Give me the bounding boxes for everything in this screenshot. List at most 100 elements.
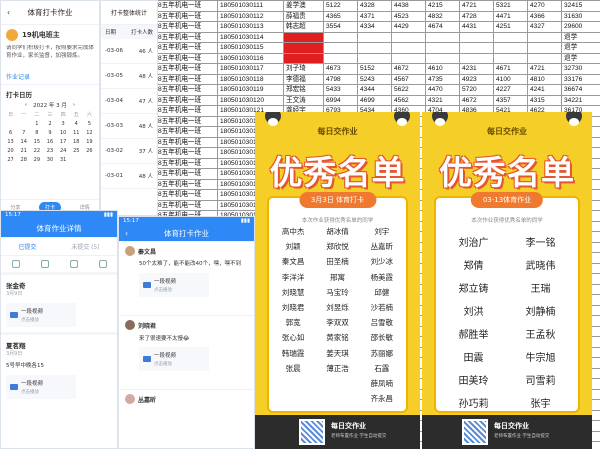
- table-cell[interactable]: 5720: [459, 84, 494, 96]
- table-cell[interactable]: [425, 42, 460, 54]
- video-attachment[interactable]: 一段视频 点击播放: [6, 375, 76, 399]
- grid-icon[interactable]: [11, 260, 20, 268]
- calendar-day[interactable]: 4: [70, 121, 83, 127]
- table-cell[interactable]: 4923: [459, 73, 494, 85]
- calendar-day[interactable]: 27: [4, 157, 17, 163]
- table-cell[interactable]: [283, 31, 324, 43]
- stats-row[interactable]: -03-05 48 人: [101, 64, 157, 89]
- table-cell[interactable]: [283, 42, 324, 54]
- calendar-day[interactable]: 2: [43, 121, 56, 127]
- table-cell[interactable]: 4671: [493, 63, 528, 75]
- table-cell[interactable]: 刘子琦: [283, 63, 324, 75]
- table-cell[interactable]: 4328: [357, 0, 392, 12]
- table-cell[interactable]: 韩志超: [283, 21, 324, 33]
- table-cell[interactable]: [357, 52, 392, 64]
- video-attachment[interactable]: 一段视频 点击播放: [139, 273, 209, 297]
- calendar-day[interactable]: 6: [4, 130, 17, 136]
- table-cell[interactable]: 退学: [561, 31, 600, 43]
- table-cell[interactable]: 4728: [459, 10, 494, 22]
- table-cell[interactable]: 4470: [425, 84, 460, 96]
- stats-row[interactable]: -03-02 37 人: [101, 139, 157, 164]
- table-cell[interactable]: [391, 42, 426, 54]
- table-cell[interactable]: [459, 52, 494, 64]
- table-cell[interactable]: 8五年机电一班: [155, 52, 218, 64]
- table-cell[interactable]: 李德福: [283, 73, 324, 85]
- table-cell[interactable]: 薛福贵: [283, 10, 324, 22]
- table-cell[interactable]: [459, 31, 494, 43]
- table-cell[interactable]: 8五年机电一班: [155, 147, 218, 159]
- table-cell[interactable]: 32415: [561, 0, 600, 12]
- table-cell[interactable]: 4270: [527, 0, 562, 12]
- back-icon[interactable]: ‹: [7, 8, 10, 17]
- table-cell[interactable]: 8五年机电一班: [155, 157, 218, 169]
- table-cell[interactable]: [527, 42, 562, 54]
- table-cell[interactable]: [391, 52, 426, 64]
- tab-record[interactable]: 作业记录: [1, 69, 99, 85]
- table-cell[interactable]: 4832: [425, 10, 460, 22]
- table-cell[interactable]: 4100: [493, 73, 528, 85]
- table-cell[interactable]: [425, 31, 460, 43]
- table-cell[interactable]: 33176: [561, 73, 600, 85]
- table-cell[interactable]: 8五年机电一班: [155, 178, 218, 190]
- calendar-day[interactable]: 26: [83, 148, 96, 154]
- table-cell[interactable]: 180501030115: [217, 42, 284, 54]
- table-cell[interactable]: 180501030120: [217, 94, 284, 106]
- table-cell[interactable]: [493, 52, 528, 64]
- table-cell[interactable]: 8五年机电一班: [155, 21, 218, 33]
- table-cell[interactable]: 4674: [425, 21, 460, 33]
- table-cell[interactable]: 8五年机电一班: [155, 168, 218, 180]
- table-cell[interactable]: 8五年机电一班: [155, 105, 218, 117]
- next-month-icon[interactable]: ›: [73, 102, 75, 108]
- table-cell[interactable]: 4610: [425, 63, 460, 75]
- table-cell[interactable]: 4798: [323, 73, 358, 85]
- calendar-day[interactable]: 29: [30, 157, 43, 163]
- table-cell[interactable]: [493, 42, 528, 54]
- calendar-day[interactable]: 1: [30, 121, 43, 127]
- table-cell[interactable]: 4365: [323, 10, 358, 22]
- prev-month-icon[interactable]: ‹: [25, 102, 27, 108]
- table-cell[interactable]: 180501030119: [217, 84, 284, 96]
- table-cell[interactable]: 8五年机电一班: [155, 94, 218, 106]
- calendar-day[interactable]: 11: [70, 130, 83, 136]
- table-cell[interactable]: 4810: [527, 73, 562, 85]
- table-cell[interactable]: [493, 31, 528, 43]
- table-cell[interactable]: 4699: [357, 94, 392, 106]
- calendar-day[interactable]: 17: [57, 139, 70, 145]
- chart-icon[interactable]: [69, 260, 78, 268]
- share-icon[interactable]: [98, 260, 107, 268]
- calendar-day[interactable]: 16: [43, 139, 56, 145]
- table-cell[interactable]: 4334: [357, 21, 392, 33]
- table-cell[interactable]: 180501030117: [217, 63, 284, 75]
- table-cell[interactable]: 5243: [357, 73, 392, 85]
- table-cell[interactable]: 4431: [459, 21, 494, 33]
- table-cell[interactable]: [283, 52, 324, 64]
- table-cell[interactable]: 4721: [527, 63, 562, 75]
- table-cell[interactable]: 姜学澳: [283, 0, 324, 12]
- table-cell[interactable]: 29600: [561, 21, 600, 33]
- table-cell[interactable]: 4672: [459, 94, 494, 106]
- table-cell[interactable]: [323, 42, 358, 54]
- table-cell[interactable]: [357, 42, 392, 54]
- calendar-day[interactable]: 12: [83, 130, 96, 136]
- calendar-day[interactable]: 10: [57, 130, 70, 136]
- table-cell[interactable]: 36674: [561, 84, 600, 96]
- table-cell[interactable]: 8五年机电一班: [155, 31, 218, 43]
- calendar-day[interactable]: 30: [43, 157, 56, 163]
- table-cell[interactable]: 退学: [561, 52, 600, 64]
- back-icon[interactable]: ‹: [125, 229, 128, 238]
- table-cell[interactable]: 8五年机电一班: [155, 10, 218, 22]
- calendar-day[interactable]: 14: [17, 139, 30, 145]
- table-cell[interactable]: 8五年机电一班: [155, 84, 218, 96]
- table-cell[interactable]: 王文涛: [283, 94, 324, 106]
- calendar-day[interactable]: 3: [57, 121, 70, 127]
- table-cell[interactable]: 4251: [493, 21, 528, 33]
- table-cell[interactable]: 4721: [459, 0, 494, 12]
- table-cell[interactable]: 5152: [357, 63, 392, 75]
- table-cell[interactable]: 5122: [323, 0, 358, 12]
- table-cell[interactable]: 4471: [493, 10, 528, 22]
- table-cell[interactable]: 8五年机电一班: [155, 126, 218, 138]
- calendar-day[interactable]: 15: [30, 139, 43, 145]
- table-cell[interactable]: 5433: [323, 84, 358, 96]
- table-cell[interactable]: 180501030114: [217, 31, 284, 43]
- table-cell[interactable]: [323, 52, 358, 64]
